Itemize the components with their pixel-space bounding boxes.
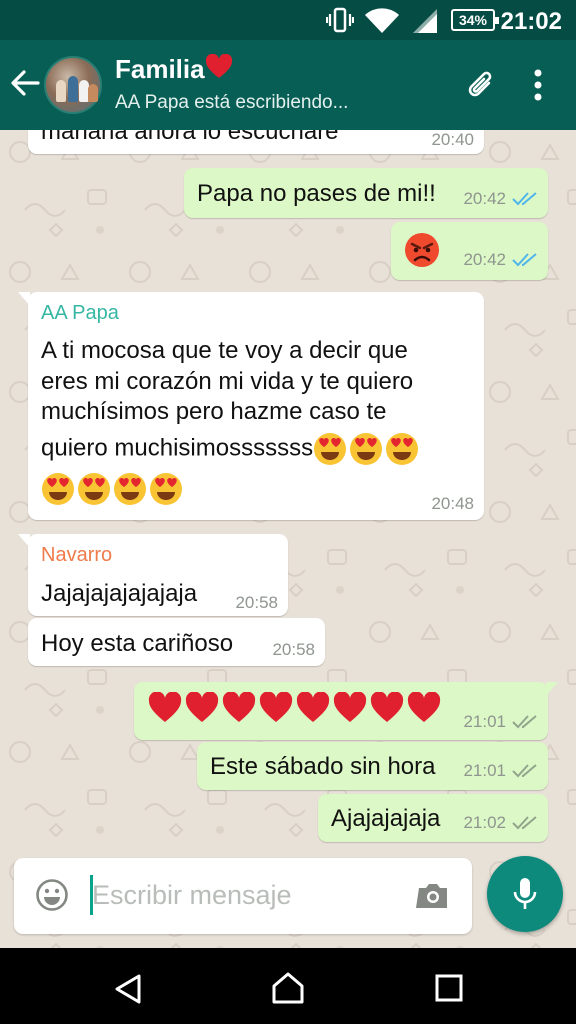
delivered-ticks-icon [512,764,537,778]
bubble-tail [18,534,30,548]
message-line: muchísimos pero hazme caso te [41,398,387,425]
message-meta: 20:42 [463,189,538,209]
sender-name: Navarro [41,544,113,566]
message-meta: 21:01 [463,761,538,781]
clock: 21:02 [500,8,562,35]
message-time: 20:42 [463,189,506,208]
heart-eyes-face-icon [150,473,182,505]
read-ticks-icon [512,192,537,206]
message-time: 21:01 [463,712,506,731]
red-heart-icon [222,692,256,722]
heart-eyes-face-icon [350,433,383,465]
message-input[interactable] [92,872,402,918]
message-line-text: quiero muchisimosssssss [41,434,314,462]
chat-title[interactable]: Familia [115,53,233,85]
heart-eyes-face-icon [42,473,74,505]
message-incoming[interactable]: AA Papa A ti mocosa que te voy a decir q… [18,292,484,520]
typing-status: AA Papa está escribiendo... [115,92,349,113]
red-heart-icon [148,692,182,722]
red-heart-icon [205,53,232,78]
emoji-row-inline [313,433,421,465]
message-incoming[interactable]: Hoy esta cariñoso 20:58 [28,618,325,666]
message-outgoing[interactable]: Este sábado sin hora 21:01 [197,742,548,790]
microphone-icon [513,878,537,909]
message-time: 20:48 [431,494,474,513]
red-heart-icon [333,692,367,722]
message-line: quiero muchisimosssssss [41,432,421,466]
message-text: mañana ahora lo escucharé [41,130,339,145]
camera-icon[interactable] [416,882,450,910]
heart-eyes-face-icon [386,433,419,465]
system-nav-bar [0,948,576,1024]
emoji-row [41,472,185,506]
back-arrow-icon[interactable] [8,66,42,100]
attach-clip-icon[interactable] [462,67,498,103]
delivered-ticks-icon [512,715,537,729]
overflow-menu-icon[interactable] [528,68,548,102]
red-heart-icon [185,692,219,722]
message-line: A ti mocosa que te voy a decir que [41,337,408,364]
message-time: 20:40 [431,130,474,149]
message-time: 20:42 [463,250,506,269]
message-meta: 21:01 [463,712,538,732]
message-text: Papa no pases de mi!! [197,180,436,207]
message-meta: 20:42 [463,250,538,270]
emoji-picker-icon[interactable] [35,878,69,912]
message-outgoing[interactable]: 20:42 [391,222,548,280]
message-text: Ajajajajaja [331,805,441,832]
nav-home-icon[interactable] [270,970,306,1006]
message-meta: 21:02 [463,813,538,833]
battery-icon: 34% [451,9,499,31]
delivered-ticks-icon [512,816,537,830]
message-line: eres mi corazón mi vida y te quiero [41,368,414,395]
message-incoming[interactable]: Navarro Jajajajajajajaja 20:58 [18,534,288,616]
message-outgoing[interactable]: Ajajajajaja 21:02 [318,794,548,842]
nav-recents-icon[interactable] [433,972,465,1004]
red-heart-icon [296,692,330,722]
chat-area[interactable]: mañana ahora lo escucharé 20:40 Papa no … [0,130,576,948]
read-ticks-icon [512,253,537,267]
sender-name: AA Papa [41,302,119,324]
bubble-tail [546,682,558,696]
emoji-row [148,692,444,724]
message-text: Hoy esta cariñoso [41,630,234,657]
message-time: 20:58 [272,640,315,659]
red-heart-icon [370,692,404,722]
heart-eyes-face-icon [314,433,347,465]
bubble-tail [18,292,30,306]
signal-icon [413,9,437,33]
heart-eyes-face-icon [78,473,110,505]
heart-eyes-face-icon [114,473,146,505]
message-time: 21:02 [463,813,506,832]
voice-record-button[interactable] [487,856,563,932]
chat-header: Familia AA Papa está escribiendo... [0,40,576,130]
wifi-icon [365,8,399,33]
vibrate-icon [326,7,354,33]
chat-title-text: Familia [115,54,205,84]
message-incoming[interactable]: mañana ahora lo escucharé 20:40 [28,130,484,154]
red-heart-icon [259,692,293,722]
message-outgoing[interactable]: Papa no pases de mi!! 20:42 [184,168,548,218]
message-outgoing[interactable]: 21:01 [134,682,558,740]
status-bar: 34% 21:02 [0,0,576,40]
angry-face-icon [405,233,439,267]
message-time: 21:01 [463,761,506,780]
red-heart-icon [407,692,441,722]
message-text: Este sábado sin hora [210,753,436,780]
message-time: 20:58 [235,593,278,612]
nav-back-icon[interactable] [111,972,145,1006]
message-text: Jajajajajajajaja [41,580,198,607]
compose-bar [14,858,472,934]
avatar[interactable] [44,56,102,114]
